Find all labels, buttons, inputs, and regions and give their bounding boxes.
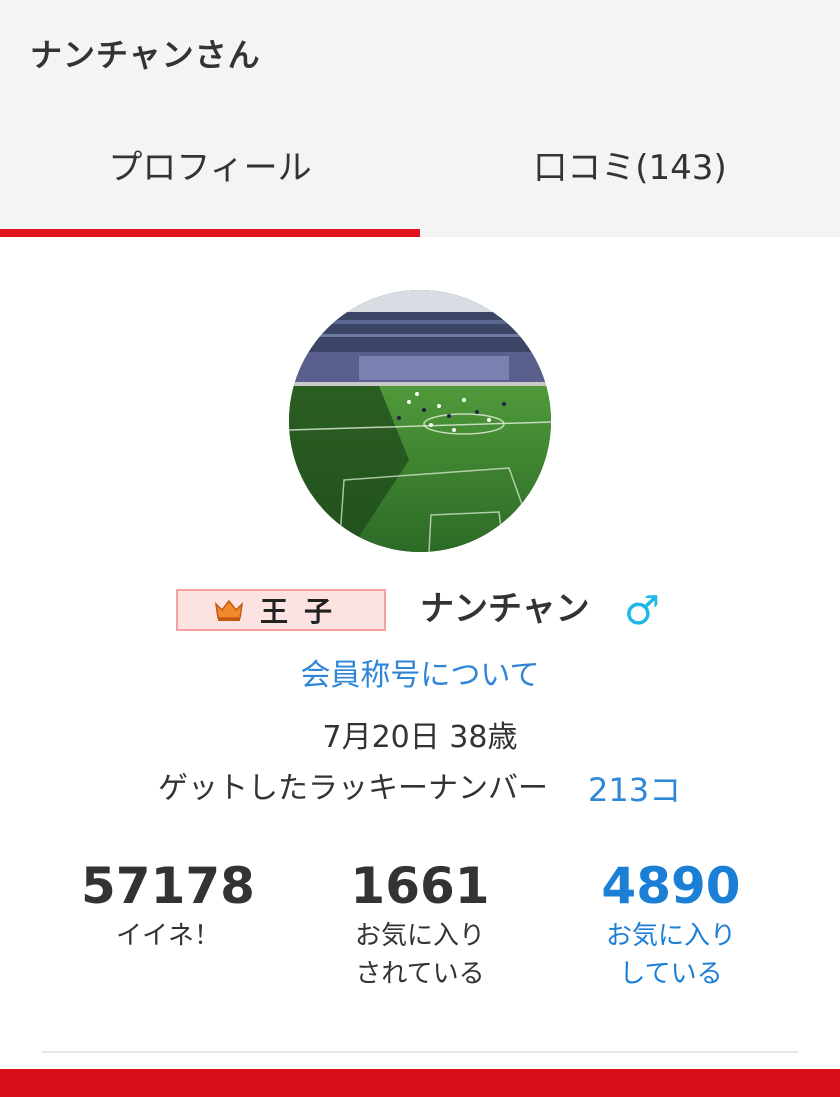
lucky-number-label: ゲットしたラッキーナンバー (158, 771, 548, 806)
stat-favorited-by-value: 1661 (350, 857, 490, 915)
stat-likes-label: イイネ！ (115, 921, 220, 951)
avatar[interactable] (289, 290, 551, 552)
tab-bar: プロフィール 口コミ(143) (0, 120, 840, 237)
active-tab-indicator (0, 229, 420, 237)
username: ナンチャン (420, 589, 590, 629)
stat-favoriting[interactable]: 4890 お気に入り している (541, 855, 801, 993)
stat-favorited-by-label-2: されている (355, 959, 485, 989)
divider (42, 1051, 798, 1053)
bottom-bar (0, 1069, 840, 1097)
page-title: ナンチャンさん (30, 36, 261, 74)
stat-likes-value: 57178 (81, 857, 255, 915)
stat-likes[interactable]: 57178 イイネ！ (38, 855, 298, 955)
stat-favoriting-label-1: お気に入り (605, 921, 736, 951)
stat-favoriting-label-2: している (619, 959, 723, 989)
member-title-link[interactable]: 会員称号について (0, 650, 840, 694)
rank-badge: 王子 (176, 589, 386, 631)
male-gender-icon: ♂ (624, 588, 660, 634)
app-header: ナンチャンさん プロフィール 口コミ(143) (0, 0, 840, 237)
lucky-number-count[interactable]: 213コ (588, 765, 681, 811)
stat-favorited-by[interactable]: 1661 お気に入り されている (290, 855, 550, 993)
rank-badge-label: 王子 (259, 595, 348, 628)
name-row: 王子 ナンチャン ♂ (0, 585, 840, 637)
tab-profile[interactable]: プロフィール (0, 120, 420, 237)
stat-favoriting-value: 4890 (601, 857, 741, 915)
tab-reviews[interactable]: 口コミ(143) (420, 120, 840, 237)
birthday-age: 7月20日 38歳 (322, 720, 518, 755)
stat-favorited-by-label-1: お気に入り (354, 921, 485, 951)
crown-icon (214, 599, 244, 621)
